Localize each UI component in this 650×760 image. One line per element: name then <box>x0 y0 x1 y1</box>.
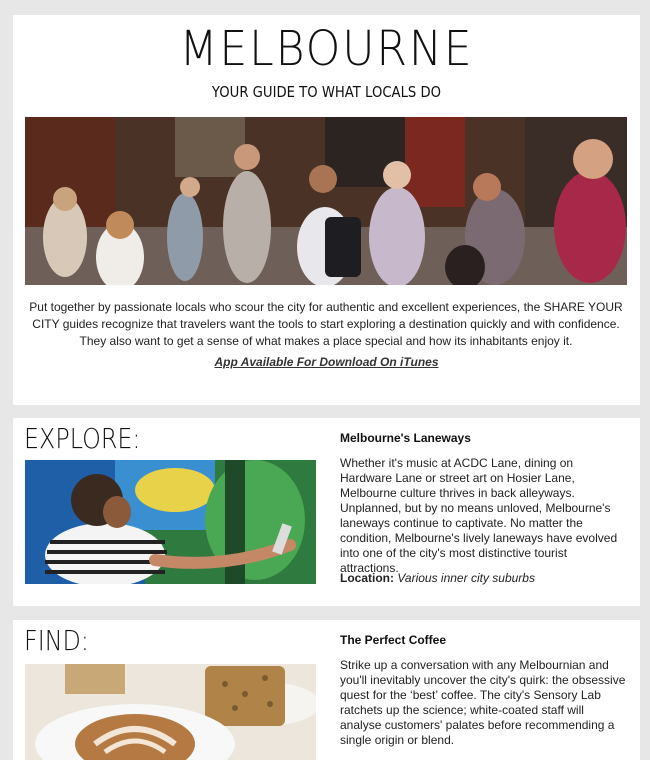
location-label: Location: <box>340 571 394 585</box>
explore-body: Whether it's music at ACDC Lane, dining … <box>340 456 618 575</box>
explore-title: Melbourne's Laneways <box>340 431 471 445</box>
find-card: FIND: The Perfect Coffee Strike up a con… <box>13 620 640 760</box>
itunes-download-link[interactable]: App Available For Download On iTunes <box>13 355 640 369</box>
find-title: The Perfect Coffee <box>340 633 447 647</box>
explore-photo-street-art <box>25 460 316 584</box>
page-subtitle: YOUR GUIDE TO WHAT LOCALS DO <box>211 83 442 101</box>
hero-card: MELBOURNE YOUR GUIDE TO WHAT LOCALS DO P… <box>13 15 640 405</box>
find-body: Strike up a conversation with any Melbou… <box>340 658 626 747</box>
street-art-illustration <box>25 460 316 584</box>
hero-description: Put together by passionate locals who sc… <box>29 300 623 348</box>
page-title: MELBOURNE <box>179 21 474 77</box>
explore-card: EXPLORE: Melbourne's Laneways Whether it… <box>13 418 640 606</box>
hero-photo-crowd <box>25 117 627 285</box>
location-value: Various inner city suburbs <box>397 571 535 585</box>
find-photo-coffee <box>25 664 316 760</box>
find-heading: FIND: <box>24 624 89 657</box>
explore-location: Location: Various inner city suburbs <box>340 571 535 585</box>
crowd-illustration <box>25 117 627 285</box>
coffee-illustration <box>25 664 316 760</box>
explore-heading: EXPLORE: <box>24 422 141 455</box>
